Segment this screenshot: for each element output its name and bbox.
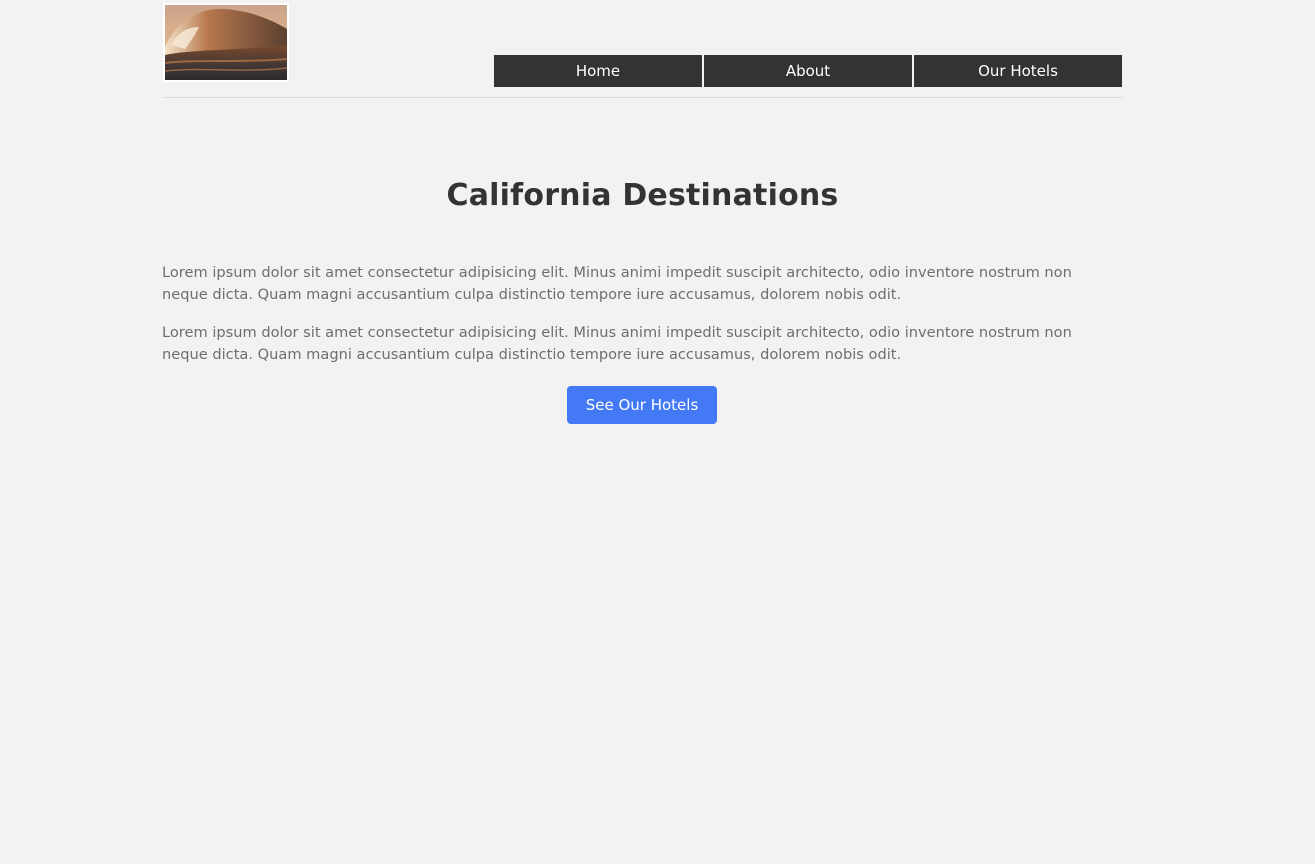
- wave-photo-logo[interactable]: [163, 3, 289, 82]
- intro-paragraph: Lorem ipsum dolor sit amet consectetur a…: [162, 264, 1072, 303]
- site-header: Home About Our Hotels: [162, 0, 1123, 98]
- nav-our-hotels[interactable]: Our Hotels: [914, 55, 1122, 87]
- wave-image: [165, 5, 287, 80]
- nav-about[interactable]: About: [704, 55, 912, 87]
- main-nav: Home About Our Hotels: [494, 55, 1122, 87]
- nav-home[interactable]: Home: [494, 55, 702, 87]
- page-title: California Destinations: [446, 178, 839, 213]
- see-our-hotels-button[interactable]: See Our Hotels: [567, 386, 717, 424]
- page-container: Home About Our Hotels California Destina…: [162, 0, 1123, 424]
- intro-paragraph-2: Lorem ipsum dolor sit amet consectetur a…: [162, 324, 1072, 363]
